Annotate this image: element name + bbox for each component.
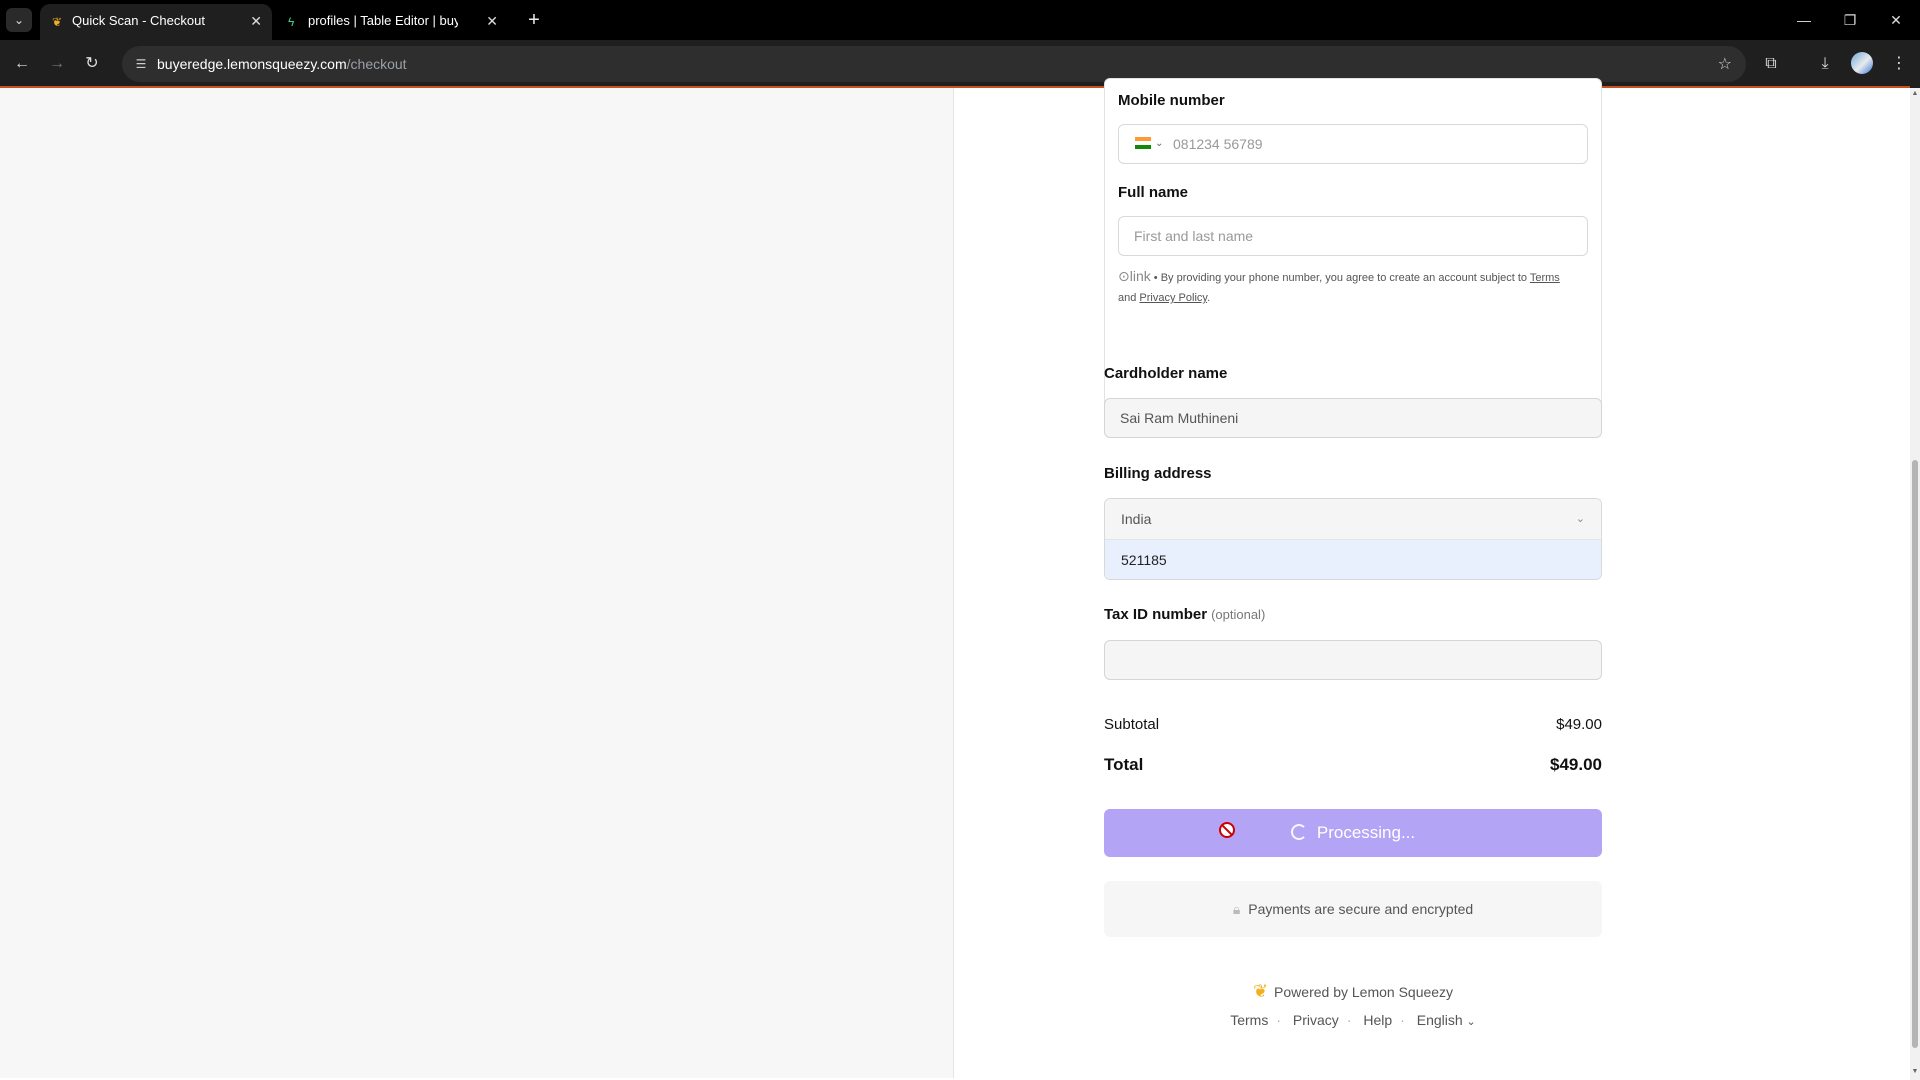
pay-button[interactable]: Processing... [1104,809,1602,857]
not-allowed-cursor-icon [1219,822,1235,838]
scroll-down-arrow[interactable]: ▼ [1911,1068,1919,1076]
secure-payment-note: 🔒︎ Payments are secure and encrypted [1104,881,1602,937]
back-button[interactable]: ← [10,52,34,76]
subtotal-row: Subtotal $49.00 [1104,716,1602,733]
checkout-page: Mobile number ⌄ 081234 56789 Full name F… [0,78,1910,1078]
total-label: Total [1104,755,1144,774]
close-icon[interactable]: ✕ [250,4,262,38]
cardholder-name-label: Cardholder name [1104,365,1228,382]
lemon-squeezy-logo-icon: ❦ [1252,981,1269,1001]
bookmark-star-icon[interactable]: ☆ [1718,54,1732,74]
chevron-down-icon[interactable]: ⌄ [1155,125,1163,163]
total-row: Total $49.00 [1104,755,1602,775]
lemon-icon: ❦ [52,15,63,29]
country-select[interactable]: India ⌄ [1105,499,1601,540]
forward-button[interactable]: → [45,52,69,76]
new-tab-button[interactable]: + [520,6,548,34]
cardholder-name-input[interactable]: Sai Ram Muthineni [1104,398,1602,438]
chevron-down-icon: ⌄ [1575,513,1585,525]
subtotal-value: $49.00 [1556,716,1602,733]
browser-toolbar: ← → ↻ ☰ buyeredge.lemonsqueezy.com/check… [0,40,1920,88]
footer-terms-link[interactable]: Terms [1230,1012,1268,1028]
restore-button[interactable]: ❐ [1830,6,1870,34]
billing-address-label: Billing address [1104,465,1212,482]
total-value: $49.00 [1550,755,1602,774]
full-name-input[interactable]: First and last name [1118,216,1588,256]
address-bar[interactable]: ☰ buyeredge.lemonsqueezy.com/checkout ☆ [122,46,1746,82]
tab-strip: ⌄ ❦ Quick Scan - Checkout ✕ ϟ profiles |… [0,0,1920,40]
tab-title: profiles | Table Editor | buyeredge [308,13,458,28]
full-name-label: Full name [1118,184,1189,201]
terms-link[interactable]: Terms [1530,272,1560,284]
profile-avatar[interactable] [1851,52,1873,74]
tab-title: Quick Scan - Checkout [72,13,205,28]
reload-button[interactable]: ↻ [80,52,104,76]
pay-button-label: Processing... [1316,823,1416,842]
scroll-up-arrow[interactable]: ▲ [1911,90,1919,98]
site-info-icon[interactable]: ☰ [132,55,150,73]
footer-help-link[interactable]: Help [1363,1012,1392,1028]
subtotal-label: Subtotal [1104,716,1160,733]
postal-code-input[interactable]: 521185 [1105,540,1601,579]
tab-quick-scan-checkout[interactable]: ❦ Quick Scan - Checkout ✕ [40,4,272,40]
privacy-policy-link[interactable]: Privacy Policy [1139,292,1207,304]
tax-id-label: Tax ID number (optional) [1104,606,1266,623]
tab-search-button[interactable]: ⌄ [6,8,32,32]
mobile-placeholder: 081234 56789 [1173,136,1263,152]
close-window-button[interactable]: ✕ [1876,6,1916,34]
order-summary-panel [0,88,954,1078]
footer-privacy-link[interactable]: Privacy [1293,1012,1339,1028]
mobile-number-label: Mobile number [1118,92,1225,109]
page-scrollbar[interactable]: ▲ ▼ [1910,88,1920,1080]
powered-by[interactable]: ❦ Powered by Lemon Squeezy [1104,981,1602,1002]
loading-spinner-icon [1290,824,1307,840]
india-flag-icon[interactable] [1135,137,1151,149]
footer-links: Terms · Privacy · Help · English ⌄ [1230,1012,1476,1028]
mobile-number-input[interactable]: ⌄ 081234 56789 [1118,124,1588,164]
download-icon[interactable]: ⤓ [1813,52,1837,76]
tab-profiles-table-editor[interactable]: ϟ profiles | Table Editor | buyeredge ✕ [276,4,508,40]
link-consent-text: ⊙link • By providing your phone number, … [1118,268,1560,304]
scroll-thumb[interactable] [1912,460,1918,1048]
url-text: buyeredge.lemonsqueezy.com/checkout [157,56,407,72]
language-select[interactable]: English ⌄ [1417,1012,1476,1028]
minimize-button[interactable]: — [1784,6,1824,34]
supabase-icon: ϟ [288,15,295,29]
tax-id-input[interactable] [1104,640,1602,680]
menu-icon[interactable]: ⋮ [1887,52,1911,76]
extensions-icon[interactable]: ⧉ [1759,52,1783,76]
billing-address-fields: India ⌄ 521185 [1104,498,1602,580]
chevron-down-icon: ⌄ [1466,1016,1476,1028]
close-icon[interactable]: ✕ [486,4,498,38]
lock-icon: 🔒︎ [1232,901,1241,917]
link-logo: ⊙link [1118,268,1151,284]
